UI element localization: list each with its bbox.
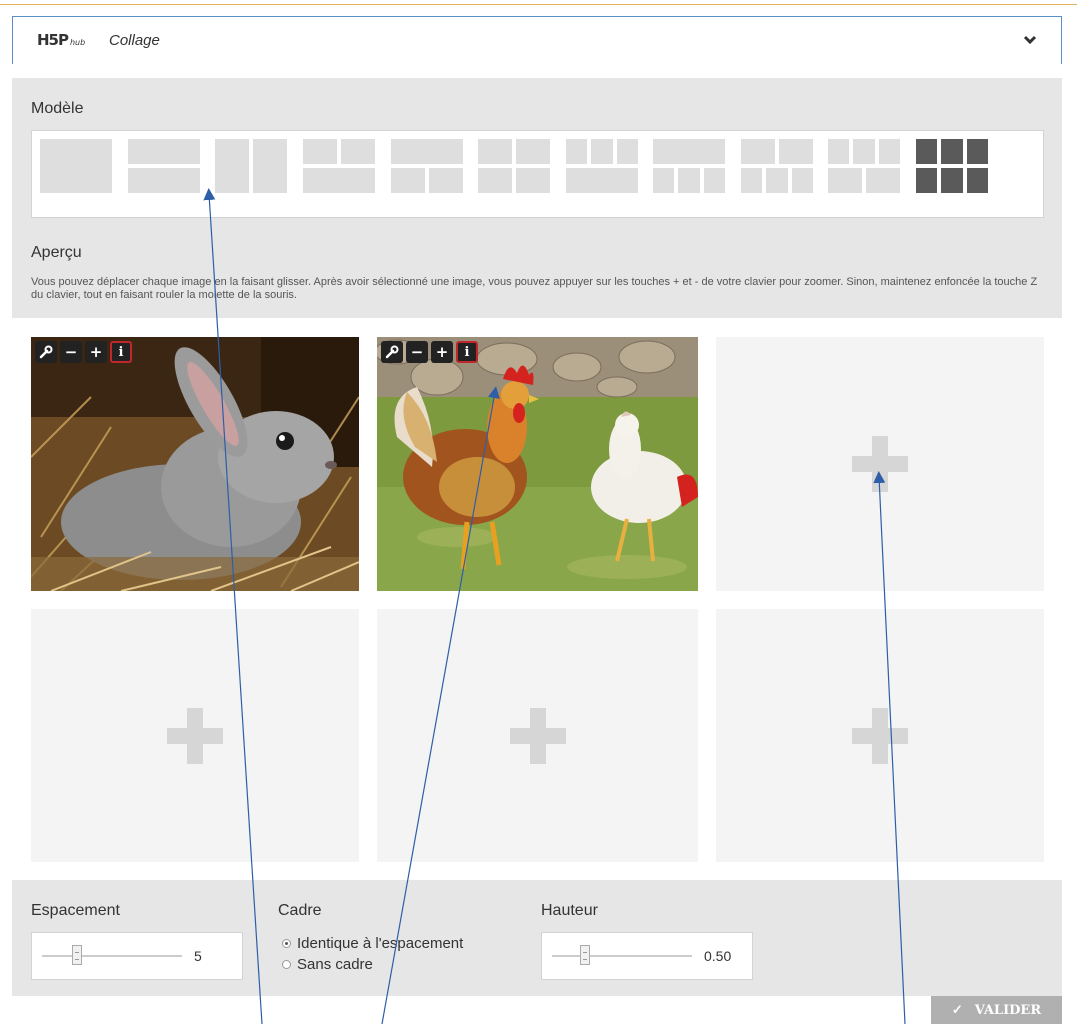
- radio-selected-icon[interactable]: [282, 939, 291, 948]
- model-option[interactable]: [566, 139, 638, 193]
- spacing-value: 5: [194, 948, 202, 964]
- rabbit-image[interactable]: [31, 337, 359, 591]
- collage-slot-image[interactable]: − + i: [377, 337, 698, 591]
- model-label: Modèle: [31, 100, 84, 117]
- collage-slot-empty[interactable]: [31, 609, 359, 862]
- minus-icon[interactable]: −: [406, 341, 428, 363]
- collage-slot-empty[interactable]: [377, 609, 698, 862]
- model-option[interactable]: [391, 139, 463, 193]
- wrench-icon[interactable]: [381, 341, 403, 363]
- add-image-plus-icon[interactable]: [852, 436, 908, 492]
- top-border: [0, 4, 1077, 5]
- content-type-title: Collage: [109, 32, 160, 49]
- frame-label: Cadre: [278, 902, 322, 919]
- add-image-plus-icon[interactable]: [167, 707, 223, 764]
- plus-icon[interactable]: +: [431, 341, 453, 363]
- radio-icon[interactable]: [282, 960, 291, 969]
- add-image-plus-icon[interactable]: [852, 707, 908, 764]
- collage-preview: − + i − + i: [12, 318, 1062, 880]
- preview-instructions: Vous pouvez déplacer chaque image en la …: [31, 276, 1038, 301]
- collage-slot-empty[interactable]: [716, 337, 1044, 591]
- plus-icon[interactable]: +: [85, 341, 107, 363]
- frame-option-same-as-spacing[interactable]: Identique à l'espacement: [282, 935, 463, 952]
- info-icon[interactable]: i: [456, 341, 478, 363]
- info-icon[interactable]: i: [110, 341, 132, 363]
- rooster-hen-image[interactable]: [377, 337, 698, 591]
- frame-option-no-frame[interactable]: Sans cadre: [282, 956, 373, 973]
- height-slider-handle[interactable]: [580, 945, 590, 965]
- model-option[interactable]: [478, 139, 550, 193]
- collage-slot-empty[interactable]: [716, 609, 1044, 862]
- minus-icon[interactable]: −: [60, 341, 82, 363]
- add-image-plus-icon[interactable]: [509, 707, 566, 764]
- model-option[interactable]: [128, 139, 200, 193]
- editor-panel: Modèle Aperçu Vous pouvez déplacer chaqu…: [12, 78, 1062, 996]
- height-slider-track[interactable]: [552, 955, 692, 957]
- collage-options: Espacement 5 Cadre Identique à l'espacem…: [12, 880, 1062, 996]
- collage-slot-image[interactable]: − + i: [31, 337, 359, 591]
- h5p-hub-logo: H5P hub: [37, 31, 86, 49]
- height-value: 0.50: [704, 948, 732, 964]
- height-label: Hauteur: [541, 902, 598, 919]
- model-option[interactable]: [303, 139, 375, 193]
- height-slider-box: 0.50: [541, 932, 753, 980]
- model-option[interactable]: [828, 139, 900, 193]
- model-option[interactable]: [215, 139, 287, 193]
- spacing-label: Espacement: [31, 902, 120, 919]
- model-option[interactable]: [741, 139, 813, 193]
- spacing-slider-handle[interactable]: [72, 945, 82, 965]
- wrench-icon[interactable]: [35, 341, 57, 363]
- content-type-header[interactable]: H5P hub Collage: [12, 16, 1062, 64]
- valider-button[interactable]: ✓ VALIDER: [931, 996, 1062, 1024]
- spacing-slider-box: 5: [31, 932, 243, 980]
- image-toolbar: − + i: [35, 341, 132, 363]
- preview-label: Aperçu: [31, 244, 82, 261]
- model-selector: [31, 130, 1044, 218]
- model-option-selected[interactable]: [916, 139, 988, 193]
- chevron-down-icon[interactable]: [1021, 31, 1039, 49]
- check-icon: ✓: [951, 1002, 963, 1018]
- model-option[interactable]: [40, 139, 112, 193]
- spacing-slider-track[interactable]: [42, 955, 182, 957]
- image-toolbar: − + i: [381, 341, 478, 363]
- model-option[interactable]: [653, 139, 725, 193]
